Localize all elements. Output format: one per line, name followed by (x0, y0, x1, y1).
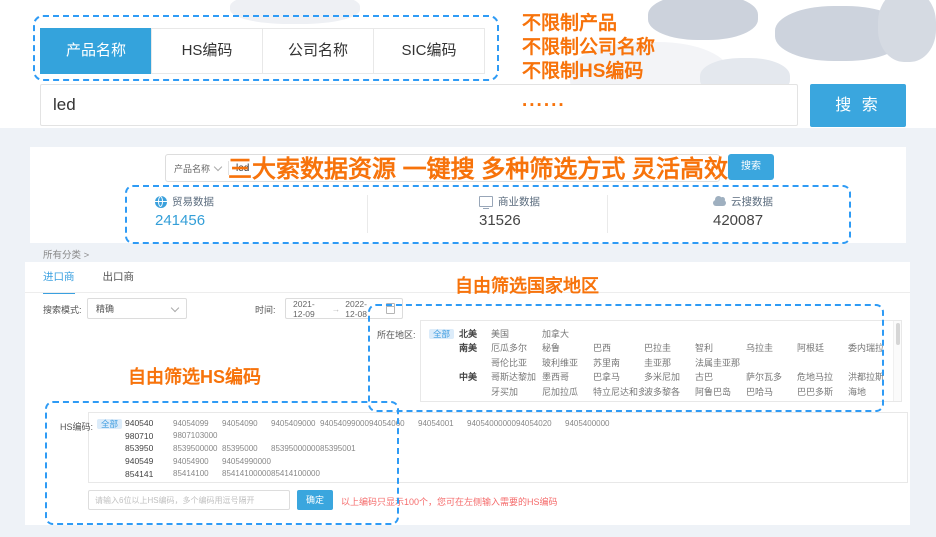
search-type-tab[interactable]: 公司名称 (262, 28, 374, 74)
results-filter-panel: 进口商出口商 搜索模式: 精确 时间: 2021-12-09 → 2022-12… (25, 262, 910, 525)
top-search-banner: 产品名称HS编码公司名称SIC编码 搜 索 不限制产品不限制公司名称不限制HS编… (0, 0, 936, 128)
annotation-box-region (368, 304, 884, 412)
time-label: 时间: (255, 303, 276, 316)
result-tab[interactable]: 出口商 (103, 269, 135, 294)
mini-search-button[interactable]: 搜索 (728, 154, 774, 180)
map-watermark (878, 0, 936, 62)
search-type-tab[interactable]: HS编码 (151, 28, 263, 74)
hs-label: HS编码: (60, 420, 93, 433)
breadcrumb[interactable]: 所有分类 > (43, 247, 89, 261)
stat-label: 贸易数据 (155, 194, 214, 209)
map-watermark (648, 0, 758, 40)
globe-icon (155, 196, 167, 208)
stat-item: 云搜数据 420087 (713, 194, 773, 229)
search-mode-value: 精确 (96, 302, 114, 315)
scrollbar-thumb[interactable] (896, 323, 900, 345)
result-tabs: 进口商 出口商 (43, 269, 134, 294)
stat-value: 31526 (479, 212, 540, 229)
stat-label-text: 商业数据 (498, 194, 540, 209)
trade-search-page: 产品名称HS编码公司名称SIC编码 搜 索 不限制产品不限制公司名称不限制HS编… (0, 0, 936, 537)
main-search-button[interactable]: 搜 索 (810, 84, 906, 127)
search-type-tab[interactable]: SIC编码 (373, 28, 485, 74)
chevron-down-icon (171, 303, 179, 311)
stat-value: 420087 (713, 212, 773, 229)
search-type-tab[interactable]: 产品名称 (40, 28, 152, 74)
hs-code-option[interactable]: 9405400000 (565, 419, 614, 428)
search-mode-select[interactable]: 精确 (87, 298, 187, 319)
stat-value: 241456 (155, 212, 214, 229)
annotation-box-hs (45, 401, 399, 525)
promo-line: 不限制公司名称 (522, 36, 655, 60)
annotation-box-stats: 贸易数据 241456 商业数据 31526 云搜数据 420087 (125, 185, 851, 244)
divider (607, 195, 608, 233)
divider (367, 195, 368, 233)
stat-label-text: 云搜数据 (731, 194, 773, 209)
cloud-icon (713, 200, 726, 206)
monitor-icon (479, 196, 493, 207)
stat-item: 商业数据 31526 (479, 194, 540, 229)
mini-search-type-select[interactable]: 产品名称 (166, 162, 215, 175)
stat-label: 商业数据 (479, 194, 540, 209)
promo-line: 不限制产品 (522, 12, 655, 36)
main-search-input[interactable] (40, 84, 798, 126)
scrollbar[interactable] (893, 321, 901, 401)
hs-code-option[interactable]: 94054020 (516, 419, 565, 428)
promo-line: ...... (522, 89, 655, 113)
promo-line: 不限制HS编码 (522, 60, 655, 84)
hs-annotation: 自由筛选HS编码 (128, 363, 261, 389)
search-mode-label: 搜索模式: (43, 303, 82, 316)
search-type-tabs: 产品名称HS编码公司名称SIC编码 (41, 28, 485, 74)
result-tab[interactable]: 进口商 (43, 269, 75, 294)
stat-item: 贸易数据 241456 (155, 194, 214, 229)
hs-code-option[interactable]: 94054000000 (467, 419, 516, 428)
date-start[interactable]: 2021-12-09 (293, 299, 327, 319)
region-annotation: 自由筛选国家地区 (455, 272, 599, 298)
promo-annotations: 不限制产品不限制公司名称不限制HS编码...... (522, 12, 655, 113)
arrow-icon: → (332, 304, 341, 314)
summary-panel: 产品名称 led 搜索 三大索数据资源 一键搜 多种筛选方式 灵活高效 贸易数据… (30, 147, 906, 243)
stat-label-text: 贸易数据 (172, 194, 214, 209)
hs-code-option[interactable]: 94054001 (418, 419, 467, 428)
region-label: 所在地区: (377, 328, 416, 341)
chevron-down-icon (214, 163, 222, 171)
stat-label: 云搜数据 (713, 194, 773, 209)
headline-annotation: 三大索数据资源 一键搜 多种筛选方式 灵活高效 (228, 149, 728, 184)
